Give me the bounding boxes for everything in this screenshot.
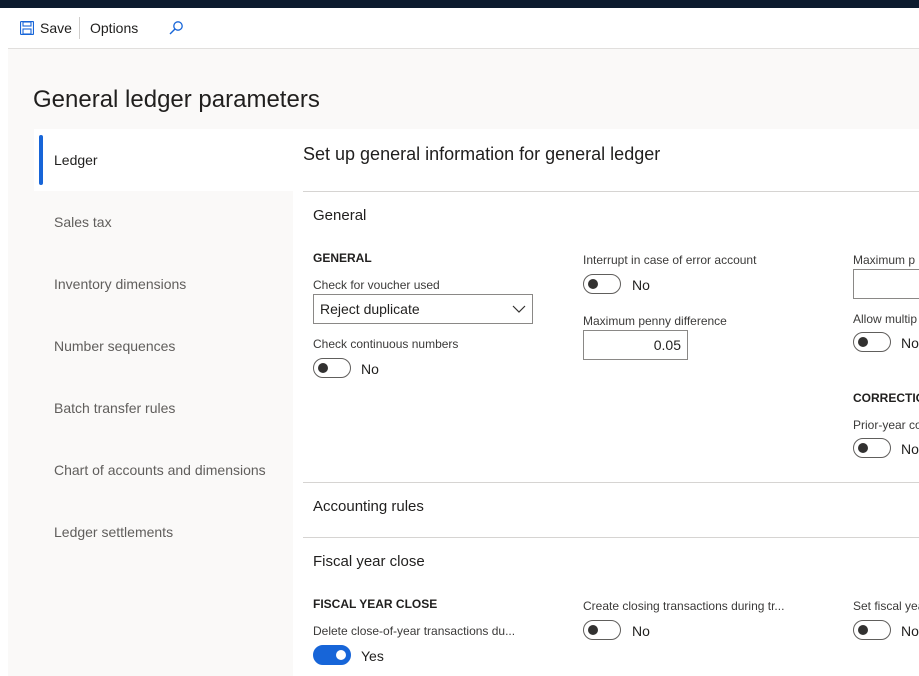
- allow-multi-label: Allow multip: [853, 312, 918, 326]
- content-pane: Set up general information for general l…: [293, 129, 919, 676]
- interrupt-error-label: Interrupt in case of error account: [583, 253, 757, 267]
- check-voucher-select[interactable]: Reject duplicate: [313, 294, 533, 324]
- max-p-label: Maximum p: [853, 253, 916, 267]
- save-label: Save: [40, 20, 72, 36]
- save-button[interactable]: Save: [20, 8, 72, 48]
- action-pane: Save Options: [8, 8, 919, 49]
- nav-item-ledger[interactable]: Ledger: [34, 129, 293, 191]
- nav-item-number-sequences[interactable]: Number sequences: [34, 315, 293, 377]
- divider: [303, 191, 919, 192]
- set-fiscal-label: Set fiscal yea: [853, 599, 919, 613]
- toggle-knob: [318, 363, 328, 373]
- create-closing-toggle[interactable]: [583, 620, 621, 640]
- create-closing-label: Create closing transactions during tr...: [583, 599, 785, 613]
- toggle-knob: [588, 625, 598, 635]
- toggle-knob: [858, 337, 868, 347]
- toggle-knob: [858, 625, 868, 635]
- search-button[interactable]: [168, 8, 184, 48]
- nav-item-inventory-dimensions[interactable]: Inventory dimensions: [34, 253, 293, 315]
- nav-item-chart-of-accounts[interactable]: Chart of accounts and dimensions: [34, 439, 293, 501]
- left-edge: [0, 8, 8, 676]
- nav-item-sales-tax[interactable]: Sales tax: [34, 191, 293, 253]
- content-title: Set up general information for general l…: [303, 144, 661, 164]
- prior-year-label: Prior-year co: [853, 418, 919, 432]
- nav-item-ledger-settlements[interactable]: Ledger settlements: [34, 501, 293, 563]
- check-voucher-label: Check for voucher used: [313, 278, 440, 292]
- search-icon: [169, 21, 183, 35]
- nav-item-label: Sales tax: [54, 214, 112, 230]
- divider: [303, 482, 919, 483]
- divider: [303, 537, 919, 538]
- prior-year-value: No: [901, 441, 919, 457]
- prior-year-toggle[interactable]: [853, 438, 891, 458]
- options-label: Options: [90, 20, 139, 36]
- max-p-input[interactable]: [853, 269, 919, 299]
- page-title: General ledger parameters: [33, 86, 320, 113]
- section-fiscal-year-close-header[interactable]: Fiscal year close: [313, 553, 425, 570]
- nav-item-label: Ledger: [54, 152, 98, 168]
- nav-item-label: Number sequences: [54, 338, 176, 354]
- allow-multi-toggle[interactable]: [853, 332, 891, 352]
- nav-item-label: Chart of accounts and dimensions: [54, 462, 266, 478]
- delete-close-label: Delete close-of-year transactions du...: [313, 624, 516, 638]
- create-closing-value: No: [632, 623, 650, 639]
- title-bar: [0, 0, 919, 8]
- check-continuous-label: Check continuous numbers: [313, 337, 459, 351]
- options-button[interactable]: Options: [90, 8, 138, 48]
- save-icon: [20, 21, 34, 35]
- nav-item-label: Ledger settlements: [54, 524, 174, 540]
- section-general-header[interactable]: General: [313, 207, 366, 224]
- toggle-knob: [588, 279, 598, 289]
- check-continuous-value: No: [361, 361, 379, 377]
- allow-multi-value: No: [901, 335, 919, 351]
- nav-item-batch-transfer-rules[interactable]: Batch transfer rules: [34, 377, 293, 439]
- toggle-knob: [336, 650, 346, 660]
- set-fiscal-value: No: [901, 623, 919, 639]
- check-continuous-toggle[interactable]: [313, 358, 351, 378]
- section-accounting-rules-header[interactable]: Accounting rules: [313, 498, 424, 515]
- group-general-title: GENERAL: [313, 251, 372, 265]
- toggle-knob: [858, 443, 868, 453]
- check-voucher-value: Reject duplicate: [320, 301, 420, 317]
- delete-close-toggle[interactable]: [313, 645, 351, 665]
- set-fiscal-toggle[interactable]: [853, 620, 891, 640]
- interrupt-error-value: No: [632, 277, 650, 293]
- nav-item-label: Inventory dimensions: [54, 276, 187, 292]
- delete-close-value: Yes: [361, 648, 384, 664]
- side-navigation: Ledger Sales tax Inventory dimensions Nu…: [34, 129, 293, 676]
- group-fiscal-year-close-title: FISCAL YEAR CLOSE: [313, 597, 438, 611]
- max-penny-label: Maximum penny difference: [583, 314, 727, 328]
- action-pane-separator: [79, 17, 80, 39]
- max-penny-input[interactable]: 0.05: [583, 330, 688, 360]
- group-correction-title: CORRECTIO: [853, 391, 919, 405]
- nav-item-label: Batch transfer rules: [54, 400, 176, 416]
- interrupt-error-toggle[interactable]: [583, 274, 621, 294]
- chevron-down-icon: [512, 305, 526, 313]
